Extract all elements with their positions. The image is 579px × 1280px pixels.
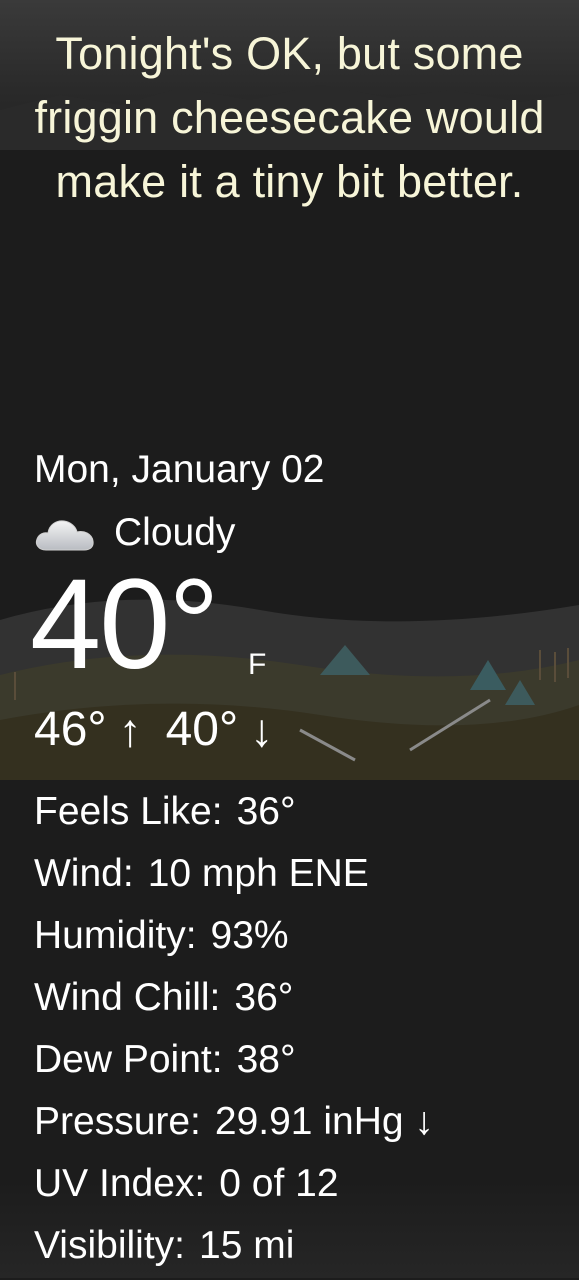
- weather-headline: Tonight's OK, but some friggin cheesecak…: [34, 28, 545, 207]
- detail-value: 10 mph ENE: [147, 852, 369, 895]
- up-arrow-icon: ↑: [118, 704, 142, 756]
- detail-uv-index: UV Index: 0 of 12: [34, 1156, 434, 1218]
- detail-visibility: Visibility: 15 mi: [34, 1218, 434, 1280]
- detail-value: 36°: [234, 976, 294, 1019]
- condition-text: Cloudy: [114, 511, 236, 554]
- down-arrow-icon: ↓: [250, 704, 274, 756]
- high-temperature: 46°: [34, 703, 107, 756]
- condition-row: Cloudy: [34, 508, 235, 558]
- low-temperature: 40°: [165, 703, 239, 756]
- current-temperature: 40°: [30, 553, 220, 696]
- detail-dew-point: Dew Point: 38°: [34, 1032, 434, 1094]
- detail-label: Pressure:: [34, 1100, 201, 1143]
- detail-value: 36°: [236, 790, 296, 833]
- detail-label: Wind:: [34, 852, 134, 895]
- detail-value: 93%: [210, 914, 289, 957]
- high-low-row: 46° ↑ 40° ↓: [34, 700, 297, 760]
- cloud-icon: [35, 520, 94, 551]
- detail-label: Wind Chill:: [34, 976, 221, 1019]
- detail-value: 38°: [236, 1038, 296, 1081]
- detail-pressure: Pressure: 29.91 inHg ↓: [34, 1094, 434, 1156]
- detail-humidity: Humidity: 93%: [34, 908, 434, 970]
- detail-value: 15 mi: [199, 1224, 295, 1267]
- detail-label: Humidity:: [34, 914, 197, 957]
- detail-wind-chill: Wind Chill: 36°: [34, 970, 434, 1032]
- temperature-unit: F: [248, 648, 267, 681]
- detail-value: 0 of 12: [219, 1162, 339, 1205]
- detail-label: Visibility:: [34, 1224, 185, 1267]
- detail-label: Dew Point:: [34, 1038, 223, 1081]
- weather-details-list: Feels Like: 36° Wind: 10 mph ENE Humidity:…: [34, 784, 434, 1280]
- detail-wind: Wind: 10 mph ENE: [34, 846, 434, 908]
- date-label: Mon, January 02: [34, 448, 325, 491]
- detail-value: 29.91 inHg ↓: [214, 1100, 434, 1143]
- detail-label: Feels Like:: [34, 790, 223, 833]
- detail-label: UV Index:: [34, 1162, 206, 1205]
- detail-feels-like: Feels Like: 36°: [34, 784, 434, 846]
